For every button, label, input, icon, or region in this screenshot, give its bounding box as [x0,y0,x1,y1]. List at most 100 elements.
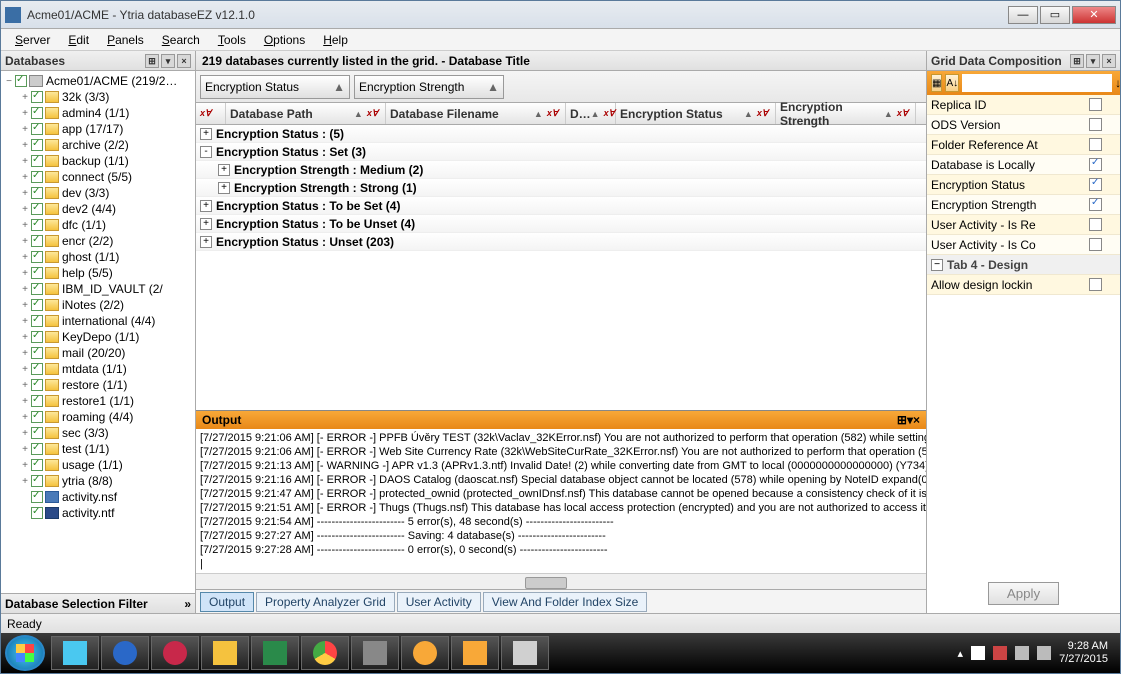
tab-property-analyzer-grid[interactable]: Property Analyzer Grid [256,592,395,612]
taskbar-explorer[interactable] [201,636,249,670]
tree-item[interactable]: +app (17/17) [3,121,193,137]
panel-close-icon[interactable]: × [177,54,191,68]
tab-output[interactable]: Output [200,592,254,612]
group-row[interactable]: +Encryption Status : To be Set (4) [196,197,926,215]
tree-item[interactable]: +32k (3/3) [3,89,193,105]
output-hscroll[interactable] [196,573,926,589]
tree-item[interactable]: +restore (1/1) [3,377,193,393]
menu-panels[interactable]: Panels [99,31,152,49]
tab-user-activity[interactable]: User Activity [397,592,481,612]
tray-flag-icon[interactable] [993,646,1007,660]
tree-item[interactable]: activity.nsf [3,489,193,505]
tree-item[interactable]: +ytria (8/8) [3,473,193,489]
tree-item[interactable]: +sec (3/3) [3,425,193,441]
down-arrow-icon[interactable]: ↓ [1115,76,1120,90]
property-row[interactable]: Encryption Strength [927,195,1120,215]
menu-search[interactable]: Search [154,31,208,49]
tree-item[interactable]: +encr (2/2) [3,233,193,249]
column-header[interactable]: Encryption Strength▲x∀ [776,103,916,124]
taskbar-app-2[interactable] [151,636,199,670]
group-row[interactable]: +Encryption Status : (5) [196,125,926,143]
taskbar-excel[interactable] [251,636,299,670]
tree-item[interactable]: +mtdata (1/1) [3,361,193,377]
tree-item[interactable]: +help (5/5) [3,265,193,281]
tree-item[interactable]: +archive (2/2) [3,137,193,153]
close-button[interactable]: ✕ [1072,6,1116,24]
menu-server[interactable]: Server [7,31,58,49]
tree-item[interactable]: +backup (1/1) [3,153,193,169]
column-header[interactable]: Database Path▲x∀ [226,103,386,124]
taskbar-app-3[interactable] [351,636,399,670]
property-row[interactable]: Encryption Status [927,175,1120,195]
filter-input[interactable] [962,74,1112,92]
group-row[interactable]: +Encryption Strength : Medium (2) [196,161,926,179]
tree-item[interactable]: +admin4 (1/1) [3,105,193,121]
taskbar-chrome[interactable] [301,636,349,670]
maximize-button[interactable]: ▭ [1040,6,1070,24]
tree-item[interactable]: +KeyDepo (1/1) [3,329,193,345]
categorize-icon[interactable]: ▦ [931,74,942,92]
tab-view-and-folder-index-size[interactable]: View And Folder Index Size [483,592,648,612]
tree-item[interactable]: +international (4/4) [3,313,193,329]
menu-options[interactable]: Options [256,31,313,49]
tree-item[interactable]: +roaming (4/4) [3,409,193,425]
property-row[interactable]: User Activity - Is Re [927,215,1120,235]
taskbar-ie[interactable] [101,636,149,670]
property-row[interactable]: User Activity - Is Co [927,235,1120,255]
tree-item[interactable]: activity.ntf [3,505,193,521]
tree-root[interactable]: −Acme01/ACME (219/2… [3,73,193,89]
groupby-box[interactable]: Encryption Strength▲ [354,75,504,99]
tree-item[interactable]: +dev2 (4/4) [3,201,193,217]
tray-volume-icon[interactable] [1037,646,1051,660]
start-button[interactable] [5,635,45,671]
property-row[interactable]: ODS Version [927,115,1120,135]
tray-icon-1[interactable] [971,646,985,660]
column-header[interactable]: Database Filename▲x∀ [386,103,566,124]
tree-item[interactable]: +iNotes (2/2) [3,297,193,313]
output-body[interactable]: [7/27/2015 9:21:06 AM] [- ERROR -] PPFB … [196,429,926,573]
menu-tools[interactable]: Tools [210,31,254,49]
clock[interactable]: 9:28 AM 7/27/2015 [1059,640,1108,666]
tree-item[interactable]: +dev (3/3) [3,185,193,201]
group-row[interactable]: +Encryption Status : Unset (203) [196,233,926,251]
tree-item[interactable]: +restore1 (1/1) [3,393,193,409]
minimize-button[interactable]: — [1008,6,1038,24]
tree-item[interactable]: +test (1/1) [3,441,193,457]
right-dock-icon[interactable]: ▾ [1086,54,1100,68]
tree-item[interactable]: +ghost (1/1) [3,249,193,265]
output-close-icon[interactable]: × [913,413,920,427]
database-tree[interactable]: −Acme01/ACME (219/2…+32k (3/3)+admin4 (1… [1,71,195,593]
property-row[interactable]: Database is Locally [927,155,1120,175]
group-row[interactable]: -Encryption Status : Set (3) [196,143,926,161]
tray-network-icon[interactable] [1015,646,1029,660]
col-filter-first[interactable]: x∀ [196,103,226,124]
grid-body[interactable]: +Encryption Status : (5)-Encryption Stat… [196,125,926,410]
apply-button[interactable]: Apply [988,582,1059,605]
tree-item[interactable]: +connect (5/5) [3,169,193,185]
tree-item[interactable]: +usage (1/1) [3,457,193,473]
group-row[interactable]: +Encryption Status : To be Unset (4) [196,215,926,233]
taskbar-app-1[interactable] [51,636,99,670]
menu-help[interactable]: Help [315,31,356,49]
right-close-icon[interactable]: × [1102,54,1116,68]
panel-dock-icon[interactable]: ▾ [161,54,175,68]
column-header[interactable]: D…▲x∀ [566,103,616,124]
taskbar-app-4[interactable] [401,636,449,670]
taskbar-app-6[interactable] [501,636,549,670]
property-section[interactable]: −Tab 4 - Design [927,255,1120,275]
sort-icon[interactable]: A↓ [945,74,959,92]
group-row[interactable]: +Encryption Strength : Strong (1) [196,179,926,197]
db-selection-filter-header[interactable]: Database Selection Filter » [1,593,195,613]
tree-item[interactable]: +dfc (1/1) [3,217,193,233]
output-pin-icon[interactable]: ⊞ [897,413,907,427]
property-list[interactable]: Replica IDODS VersionFolder Reference At… [927,95,1120,574]
tree-item[interactable]: +mail (20/20) [3,345,193,361]
property-row[interactable]: Folder Reference At [927,135,1120,155]
tray-up-icon[interactable]: ▴ [958,647,964,660]
tree-item[interactable]: +IBM_ID_VAULT (2/ [3,281,193,297]
groupby-box[interactable]: Encryption Status▲ [200,75,350,99]
taskbar-app-5[interactable] [451,636,499,670]
property-row[interactable]: Replica ID [927,95,1120,115]
right-pin-icon[interactable]: ⊞ [1070,54,1084,68]
panel-pin-icon[interactable]: ⊞ [145,54,159,68]
